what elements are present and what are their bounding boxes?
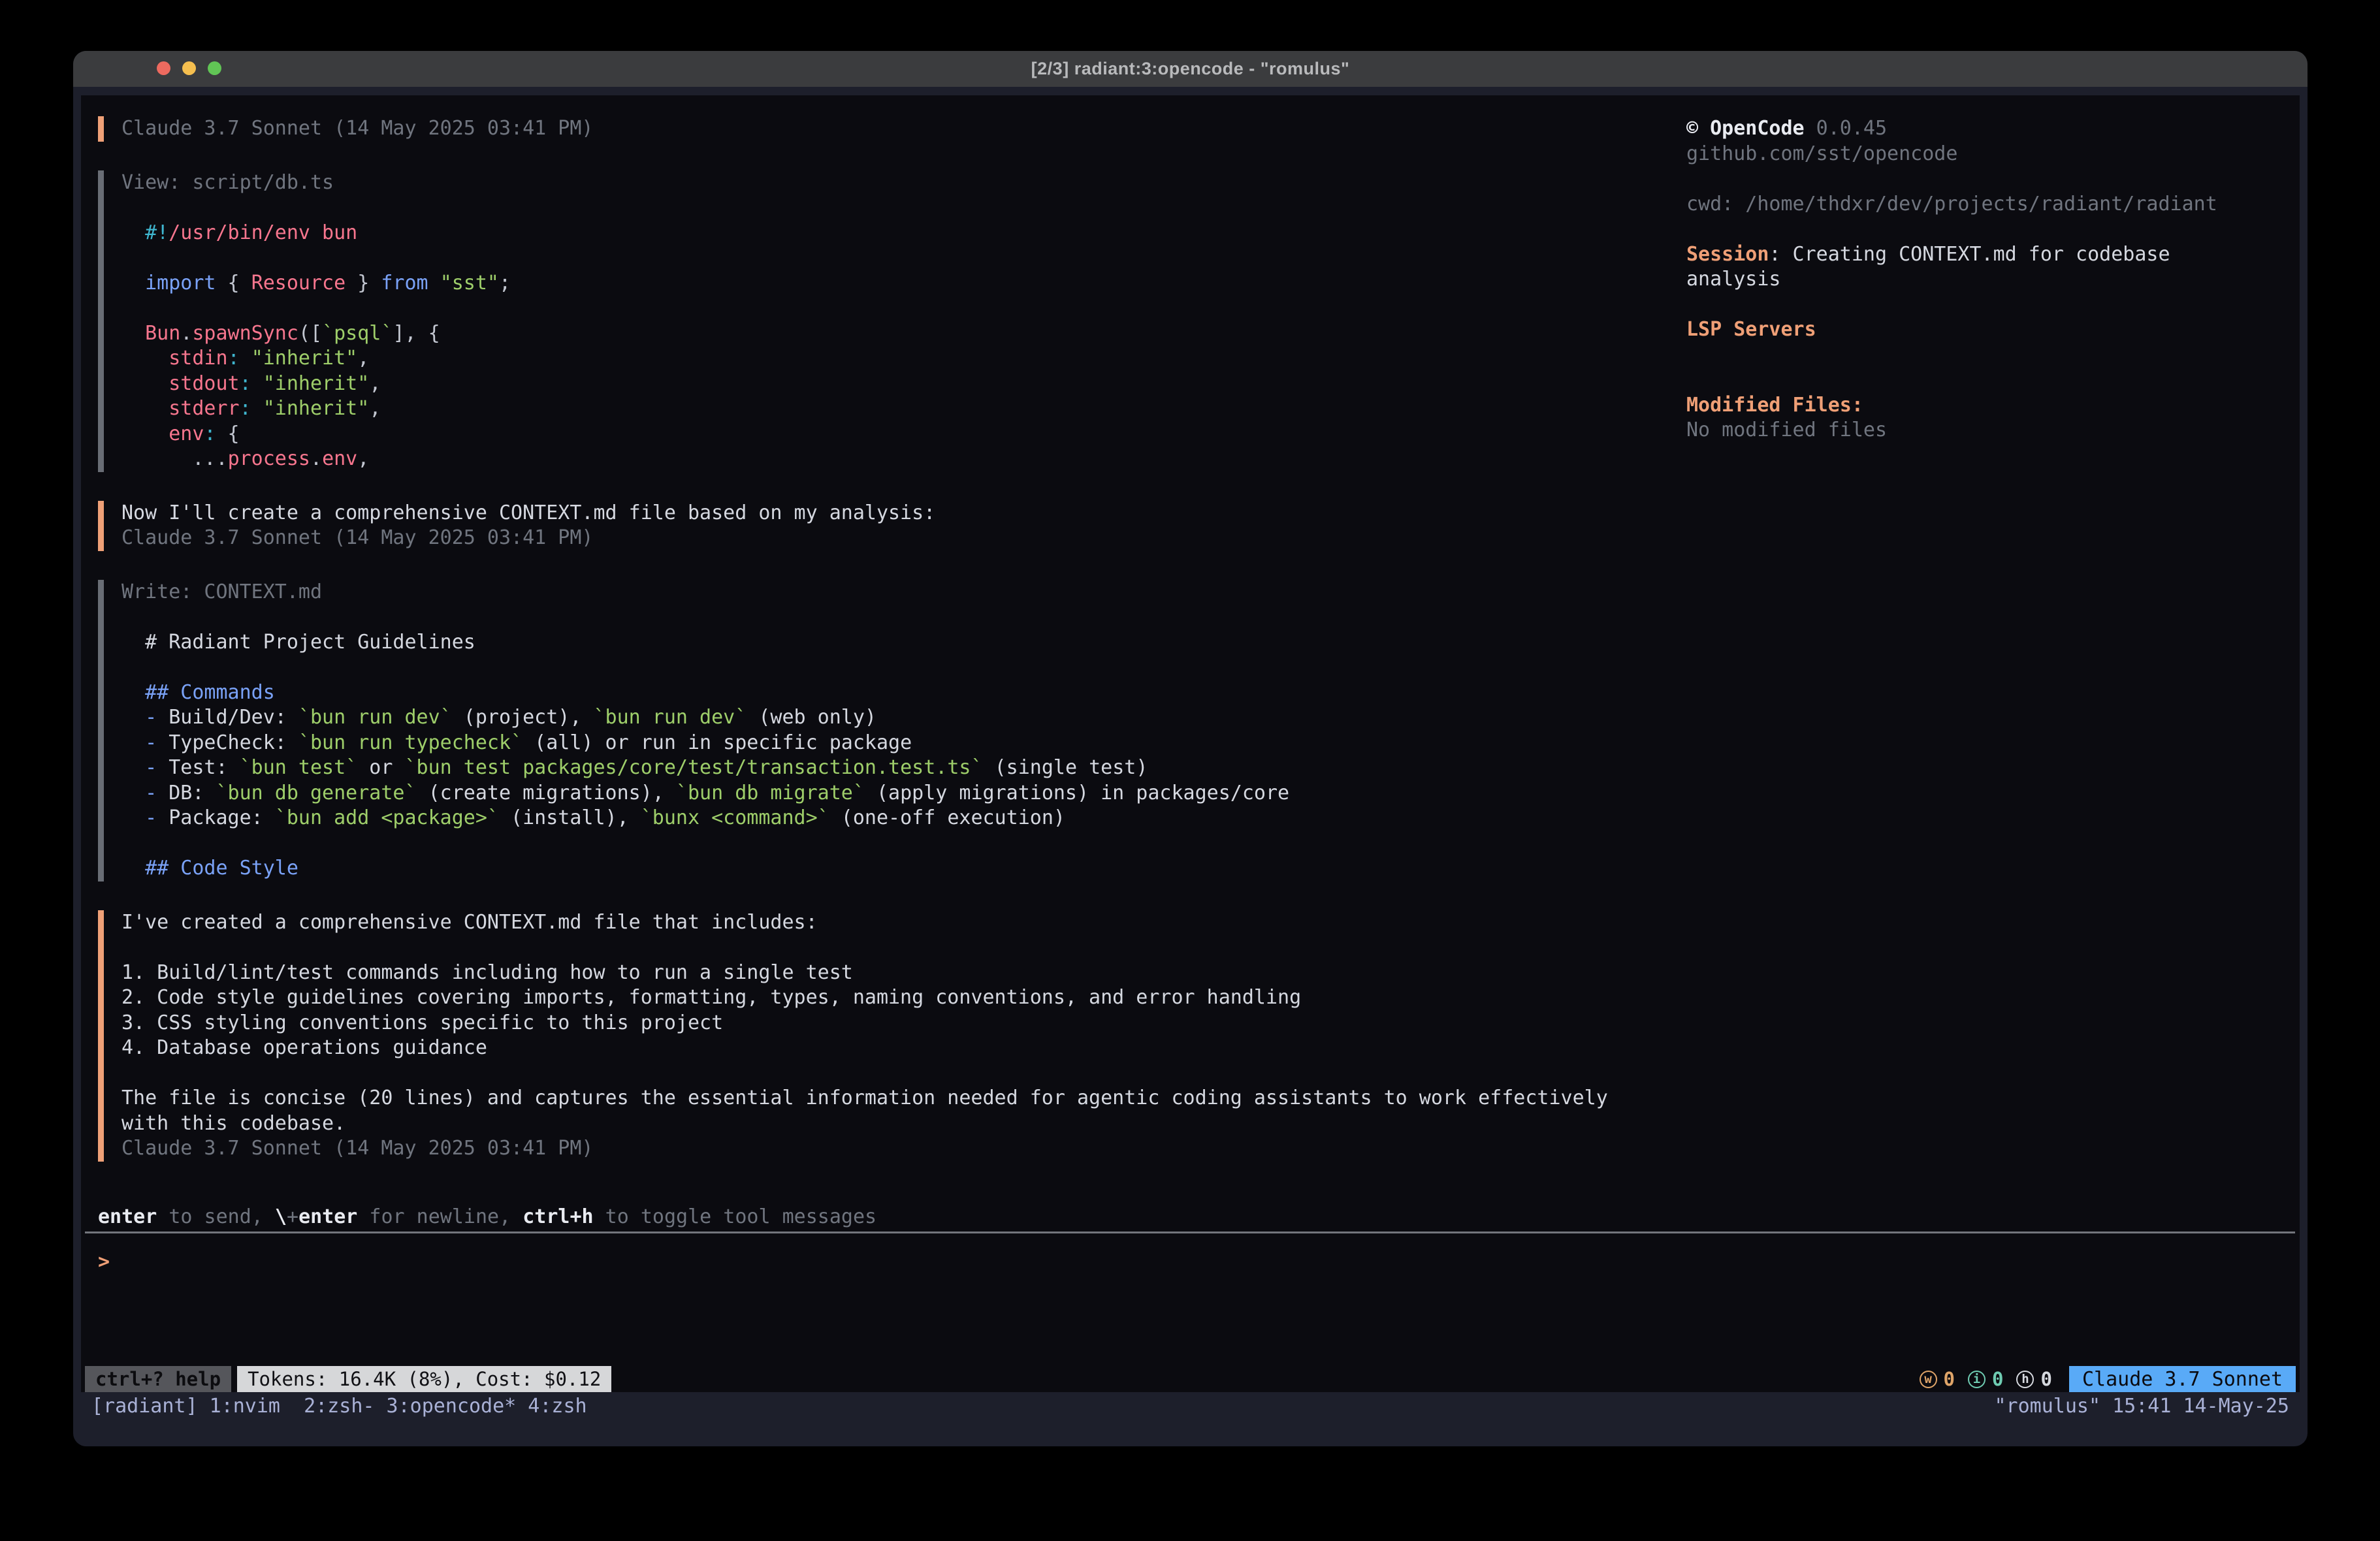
terminal-line: Write: CONTEXT.md — [121, 580, 1608, 605]
terminal-line — [1686, 167, 2217, 192]
terminal-line: - Build/Dev: `bun run dev` (project), `b… — [121, 705, 1608, 731]
terminal-line: - Package: `bun add <package>` (install)… — [121, 806, 1608, 831]
terminal-window: [2/3] radiant:3:opencode - "romulus" Cla… — [73, 51, 2308, 1446]
tokens-cost-chip: Tokens: 16.4K (8%), Cost: $0.12 — [237, 1366, 611, 1392]
terminal-line — [121, 831, 1608, 857]
terminal-line: Bun.spawnSync([`psql`], { — [121, 321, 1608, 347]
warning-icon: w — [1920, 1371, 1937, 1388]
close-button[interactable] — [157, 61, 170, 75]
hint-icon: h — [2016, 1371, 2034, 1388]
terminal-line: 4. Database operations guidance — [121, 1036, 1608, 1061]
terminal-line: stdout: "inherit", — [121, 372, 1608, 397]
screen: [2/3] radiant:3:opencode - "romulus" Cla… — [0, 0, 2380, 1541]
terminal-line — [1686, 217, 2217, 242]
terminal-line: Claude 3.7 Sonnet (14 May 2025 03:41 PM) — [121, 1136, 1608, 1162]
tmux-window-list[interactable]: [radiant] 1:nvim 2:zsh- 3:opencode* 4:zs… — [91, 1395, 587, 1418]
tmux-host-clock: "romulus" 15:41 14-May-25 — [1994, 1395, 2289, 1418]
terminal-line — [1686, 343, 2217, 368]
terminal-line: ## Code Style — [121, 856, 1608, 882]
info-count: i0 — [1968, 1368, 2003, 1390]
terminal-line — [121, 296, 1608, 321]
terminal-line: stderr: "inherit", — [121, 396, 1608, 422]
minimize-button[interactable] — [182, 61, 196, 75]
terminal-line: analysis — [1686, 267, 2217, 293]
terminal-line: - DB: `bun db generate` (create migratio… — [121, 781, 1608, 806]
terminal-line: View: script/db.ts — [121, 170, 1608, 196]
diagnostics: w0 i0 h0 — [1906, 1366, 2052, 1392]
terminal-line: Claude 3.7 Sonnet (14 May 2025 03:41 PM) — [121, 526, 1608, 551]
terminal-line: 2. Code style guidelines covering import… — [121, 985, 1608, 1011]
terminal-line: Claude 3.7 Sonnet (14 May 2025 03:41 PM) — [121, 116, 1608, 142]
terminal-line: #!/usr/bin/env bun — [121, 221, 1608, 246]
assistant-message-block: Claude 3.7 Sonnet (14 May 2025 03:41 PM) — [98, 116, 1608, 142]
model-badge[interactable]: Claude 3.7 Sonnet — [2069, 1366, 2296, 1392]
terminal-line — [121, 1061, 1608, 1087]
terminal-line: No modified files — [1686, 418, 2217, 443]
terminal-line: 3. CSS styling conventions specific to t… — [121, 1011, 1608, 1036]
tool-message-block: Write: CONTEXT.md # Radiant Project Guid… — [98, 580, 1608, 882]
terminal-line: © OpenCode 0.0.45 — [1686, 116, 2217, 142]
terminal-line: env: { — [121, 422, 1608, 447]
chat-stream: Claude 3.7 Sonnet (14 May 2025 03:41 PM)… — [98, 116, 1608, 1190]
assistant-message-block: Now I'll create a comprehensive CONTEXT.… — [98, 501, 1608, 551]
terminal-line: github.com/sst/opencode — [1686, 142, 2217, 167]
terminal-line: > — [98, 1250, 2292, 1275]
terminal-line: enter to send, \+enter for newline, ctrl… — [98, 1205, 876, 1230]
terminal-line — [121, 655, 1608, 680]
status-right: w0 i0 h0 Claude 3.7 Sonnet — [1906, 1366, 2296, 1392]
opencode-panel: Claude 3.7 Sonnet (14 May 2025 03:41 PM)… — [81, 95, 2300, 1392]
prompt-input[interactable]: > — [98, 1250, 2292, 1328]
traffic-lights — [157, 61, 221, 75]
terminal-line: - Test: `bun test` or `bun test packages… — [121, 755, 1608, 781]
terminal-line: Now I'll create a comprehensive CONTEXT.… — [121, 501, 1608, 526]
tmux-status-bar: [radiant] 1:nvim 2:zsh- 3:opencode* 4:zs… — [91, 1393, 2289, 1418]
terminal-line: The file is concise (20 lines) and captu… — [121, 1086, 1608, 1111]
terminal-line — [121, 935, 1608, 961]
help-shortcut-chip[interactable]: ctrl+? help — [85, 1366, 231, 1392]
terminal-line: I've created a comprehensive CONTEXT.md … — [121, 910, 1608, 936]
terminal-line: cwd: /home/thdxr/dev/projects/radiant/ra… — [1686, 192, 2217, 217]
window-titlebar[interactable]: [2/3] radiant:3:opencode - "romulus" — [73, 51, 2308, 87]
terminal-line: - TypeCheck: `bun run typecheck` (all) o… — [121, 731, 1608, 756]
session-sidebar: © OpenCode 0.0.45github.com/sst/opencode… — [1686, 116, 2217, 443]
terminal-line — [1686, 293, 2217, 318]
terminal-line: with this codebase. — [121, 1111, 1608, 1137]
terminal-line: # Radiant Project Guidelines — [121, 630, 1608, 656]
terminal-line: import { Resource } from "sst"; — [121, 271, 1608, 296]
terminal-line: ...process.env, — [121, 447, 1608, 472]
warning-count: w0 — [1920, 1368, 1955, 1390]
terminal-line — [1686, 368, 2217, 393]
keybinding-hint: enter to send, \+enter for newline, ctrl… — [98, 1205, 876, 1230]
status-bar: ctrl+? help Tokens: 16.4K (8%), Cost: $0… — [85, 1366, 2296, 1392]
window-title: [2/3] radiant:3:opencode - "romulus" — [1031, 59, 1350, 79]
terminal-line: LSP Servers — [1686, 317, 2217, 343]
zoom-button[interactable] — [208, 61, 221, 75]
terminal-line — [121, 246, 1608, 271]
terminal-line: Session: Creating CONTEXT.md for codebas… — [1686, 242, 2217, 268]
terminal-line: 1. Build/lint/test commands including ho… — [121, 961, 1608, 986]
terminal-line — [121, 195, 1608, 221]
terminal-line: ## Commands — [121, 680, 1608, 706]
terminal-line: Modified Files: — [1686, 393, 2217, 419]
terminal-line — [121, 605, 1608, 630]
terminal-line: stdin: "inherit", — [121, 346, 1608, 372]
editor-divider — [85, 1231, 2295, 1233]
hint-count: h0 — [2016, 1368, 2051, 1390]
tool-message-block: View: script/db.ts #!/usr/bin/env bun im… — [98, 170, 1608, 472]
info-icon: i — [1968, 1371, 1986, 1388]
assistant-message-block: I've created a comprehensive CONTEXT.md … — [98, 910, 1608, 1162]
